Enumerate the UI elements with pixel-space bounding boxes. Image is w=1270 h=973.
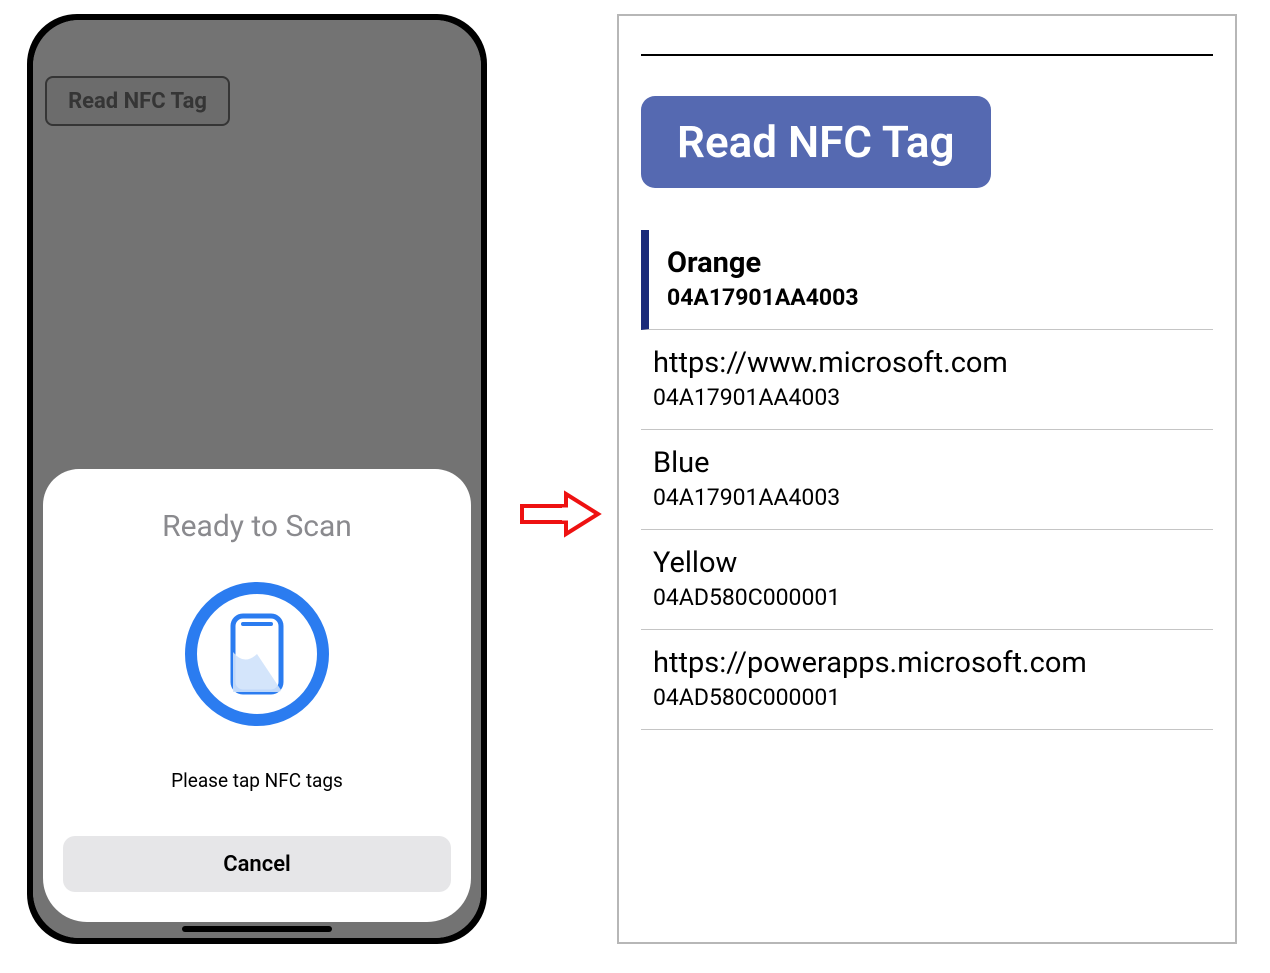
list-item-sub: 04A17901AA4003: [667, 284, 1209, 311]
list-item-sub: 04AD580C000001: [653, 684, 1209, 711]
read-nfc-button-label: Read NFC Tag: [677, 116, 955, 168]
list-item-title: Blue: [653, 446, 1209, 480]
cancel-button-label: Cancel: [223, 852, 291, 877]
list-item-title: https://www.microsoft.com: [653, 346, 1209, 380]
scan-sheet: Ready to Scan Please tap NFC tags Cancel: [43, 469, 471, 922]
panel-rule: [641, 54, 1213, 56]
list-item[interactable]: https://powerapps.microsoft.com 04AD580C0…: [641, 630, 1213, 730]
phone-mock: Read NFC Tag Ready to Scan Please tap NF…: [27, 14, 487, 944]
result-panel: Read NFC Tag Orange04A17901AA4003https:/…: [617, 14, 1237, 944]
list-item-sub: 04AD580C000001: [653, 584, 1209, 611]
list-item[interactable]: Orange 04A17901AA4003: [641, 230, 1213, 330]
phone-screen: Read NFC Tag Ready to Scan Please tap NF…: [33, 20, 481, 938]
nfc-phone-icon: [177, 574, 337, 734]
list-item-title: https://powerapps.microsoft.com: [653, 646, 1209, 680]
sheet-title: Ready to Scan: [162, 509, 352, 544]
list-item-sub: 04A17901AA4003: [653, 484, 1209, 511]
list-item-sub: 04A17901AA4003: [653, 384, 1209, 411]
read-nfc-button[interactable]: Read NFC Tag: [641, 96, 991, 188]
list-item[interactable]: https://www.microsoft.com 04A17901AA4003: [641, 330, 1213, 430]
sheet-subtitle: Please tap NFC tags: [171, 769, 343, 792]
list-item[interactable]: Yellow 04AD580C000001: [641, 530, 1213, 630]
list-item-title: Orange: [667, 246, 1209, 280]
list-item-title: Yellow: [653, 546, 1209, 580]
nfc-result-list: Orange04A17901AA4003https://www.microsof…: [641, 230, 1213, 730]
arrow-icon: [520, 490, 602, 542]
home-indicator: [182, 926, 332, 932]
cancel-button[interactable]: Cancel: [63, 836, 451, 892]
list-item[interactable]: Blue 04A17901AA4003: [641, 430, 1213, 530]
